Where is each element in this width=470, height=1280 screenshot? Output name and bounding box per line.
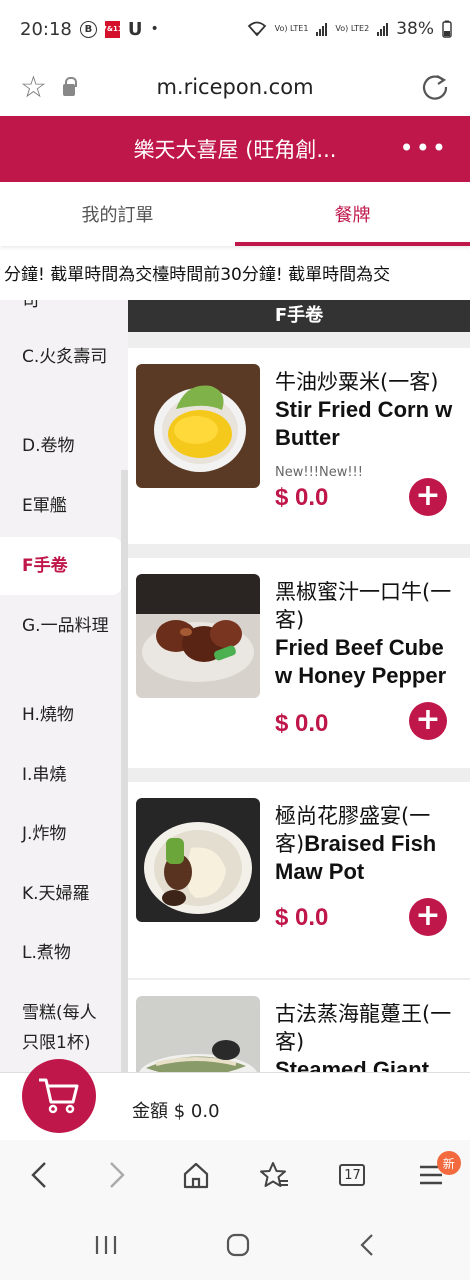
product-card[interactable]: 牛油炒粟米(一客) Stir Fried Corn w Butter New!!!…	[128, 348, 470, 544]
more-menu-icon[interactable]: •••	[400, 134, 448, 162]
back-system-icon[interactable]	[357, 1232, 377, 1258]
bookmarks-button[interactable]	[244, 1145, 304, 1205]
tab-count: 17	[339, 1164, 366, 1186]
forward-button[interactable]	[87, 1145, 147, 1205]
shopping-cart-icon	[39, 1078, 79, 1114]
notification-dot-icon: •	[150, 21, 159, 37]
cart-total: 金額 $ 0.0	[132, 1101, 220, 1122]
new-badge: 新	[436, 1151, 461, 1175]
category-item-j[interactable]: J.炸物	[0, 819, 122, 849]
category-item-h[interactable]: H.燒物	[0, 700, 122, 730]
section-title: F手卷	[128, 300, 470, 332]
tabs-button[interactable]: 17	[322, 1145, 382, 1205]
product-card[interactable]: 古法蒸海龍躉王(一客) Steamed Giant	[128, 980, 470, 1072]
home-button[interactable]	[166, 1145, 226, 1205]
category-sidebar: 司 C.火炙壽司 D.卷物 E軍艦 F手卷 G.一品料理 H.燒物 I.串燒 J…	[0, 300, 128, 1072]
category-item-c[interactable]: C.火炙壽司	[0, 342, 122, 372]
lte1-label: Vo) LTE1	[274, 24, 309, 33]
tab-my-orders[interactable]: 我的訂單	[0, 182, 235, 246]
wifi-icon	[247, 21, 266, 37]
chevron-right-icon	[110, 1162, 126, 1188]
menu-button[interactable]: 新	[401, 1145, 461, 1205]
cart-bar: 金額 $ 0.0	[0, 1059, 470, 1140]
category-item-d[interactable]: D.卷物	[0, 431, 122, 461]
product-price: $ 0.0	[275, 904, 329, 931]
category-item-l[interactable]: L.煮物	[0, 938, 122, 968]
sidebar-scrollbar[interactable]	[121, 470, 128, 1072]
product-tag: New!!!New!!!	[275, 465, 363, 480]
store-header: 樂天大喜屋 (旺角創... •••	[0, 116, 470, 182]
category-item-g[interactable]: G.一品料理	[0, 611, 122, 641]
signal2-icon	[377, 22, 389, 36]
product-price: $ 0.0	[275, 710, 329, 737]
chevron-left-icon	[31, 1162, 47, 1188]
product-name: 極尚花膠盛宴(一客)Braised Fish Maw Pot	[275, 804, 437, 884]
store-title: 樂天大喜屋 (旺角創...	[133, 138, 337, 162]
category-item-i[interactable]: I.串燒	[0, 760, 122, 790]
category-item-f-active[interactable]: F手卷	[0, 537, 122, 595]
product-card[interactable]: 黑椒蜜汁一口牛(一客) Fried Beef Cube w Honey Peppe…	[128, 558, 470, 768]
product-name: 牛油炒粟米(一客) Stir Fried Corn w Butter	[275, 370, 453, 450]
category-item[interactable]: 司	[0, 300, 122, 316]
url-bar: ☆ m.ricepon.com	[0, 58, 470, 116]
cart-button[interactable]	[22, 1059, 96, 1133]
battery-icon	[442, 20, 452, 38]
product-card[interactable]: 極尚花膠盛宴(一客)Braised Fish Maw Pot $ 0.0 +	[128, 782, 470, 978]
add-to-cart-button[interactable]: +	[409, 478, 447, 516]
product-price: $ 0.0	[275, 484, 329, 511]
category-item-ice-cream[interactable]: 雪糕(每人只限1杯)	[0, 998, 122, 1058]
fish-maw-product-image[interactable]	[136, 798, 260, 922]
bookmark-star-icon[interactable]: ☆	[20, 70, 47, 105]
steamed-grouper-product-image[interactable]	[136, 996, 260, 1072]
b-app-icon: B	[79, 20, 97, 38]
add-to-cart-button[interactable]: +	[409, 702, 447, 740]
announcement-marquee: 分鐘! 截單時間為交檯時間前30分鐘! 截單時間為交	[4, 265, 391, 285]
product-list: F手卷 牛油炒粟米(一客) Stir Fried Corn w Butter Ne…	[128, 300, 470, 1072]
home-icon	[183, 1162, 208, 1189]
category-item-e[interactable]: E軍艦	[0, 491, 122, 521]
711-app-icon: 7&11	[102, 20, 123, 38]
home-system-icon[interactable]	[225, 1232, 251, 1258]
u-app-icon: U	[127, 18, 143, 40]
beef-cube-product-image[interactable]	[136, 574, 260, 698]
system-nav-bar	[0, 1210, 470, 1280]
signal1-icon	[316, 22, 328, 36]
browser-bottom-nav: 17 新	[0, 1140, 470, 1210]
reload-icon[interactable]	[420, 72, 450, 102]
recent-apps-icon[interactable]	[93, 1233, 119, 1257]
tab-menu[interactable]: 餐牌	[235, 182, 470, 246]
star-list-icon	[260, 1162, 289, 1187]
category-item-k[interactable]: K.天婦羅	[0, 879, 122, 909]
status-bar: 20:18 B 7&11 U • Vo) LTE1 Vo) LTE2 38%	[0, 0, 470, 58]
add-to-cart-button[interactable]: +	[409, 898, 447, 936]
product-name: 古法蒸海龍躉王(一客) Steamed Giant	[275, 1002, 452, 1072]
clock: 20:18	[20, 18, 72, 40]
lte2-label: Vo) LTE2	[335, 24, 370, 33]
corn-product-image[interactable]	[136, 364, 260, 488]
battery-percent: 38%	[396, 19, 434, 39]
lock-icon[interactable]	[62, 77, 77, 96]
tab-bar: 我的訂單 餐牌	[0, 182, 470, 246]
product-name: 黑椒蜜汁一口牛(一客) Fried Beef Cube w Honey Peppe…	[275, 580, 452, 688]
back-button[interactable]	[9, 1145, 69, 1205]
